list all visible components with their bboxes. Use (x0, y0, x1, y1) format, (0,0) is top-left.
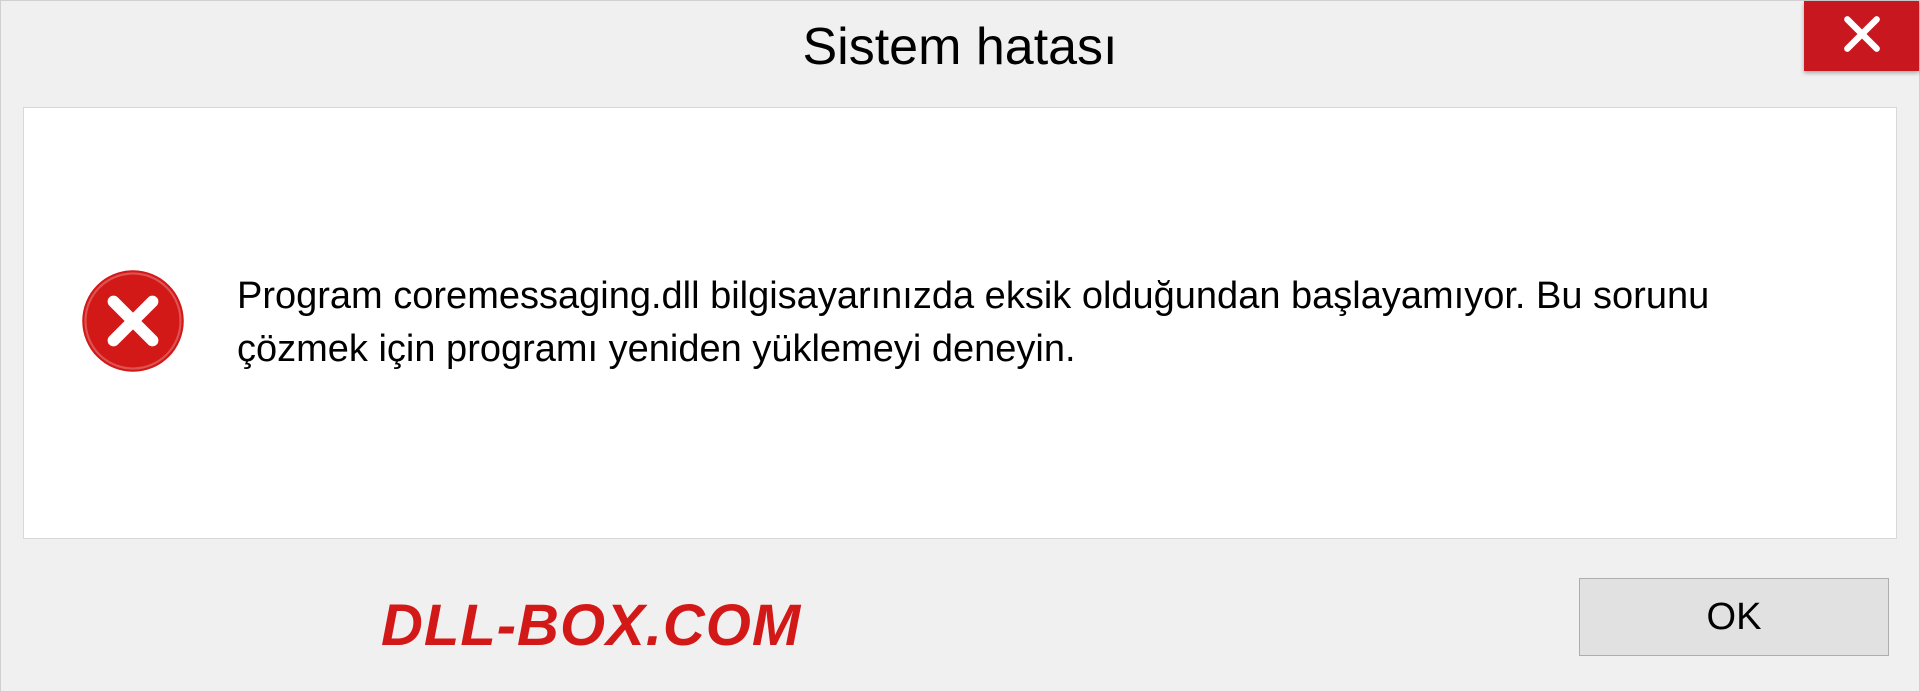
dialog-title: Sistem hatası (802, 17, 1117, 77)
error-dialog: Sistem hatası Program coremessaging.dll … (0, 0, 1920, 692)
error-message: Program coremessaging.dll bilgisayarınız… (237, 270, 1841, 376)
watermark-text: DLL-BOX.COM (381, 592, 801, 659)
close-icon (1840, 12, 1884, 61)
titlebar: Sistem hatası (1, 1, 1919, 93)
error-icon (79, 267, 187, 380)
dialog-footer: DLL-BOX.COM OK (1, 561, 1919, 691)
ok-button[interactable]: OK (1579, 578, 1889, 656)
content-panel: Program coremessaging.dll bilgisayarınız… (23, 107, 1897, 539)
close-button[interactable] (1804, 1, 1919, 71)
